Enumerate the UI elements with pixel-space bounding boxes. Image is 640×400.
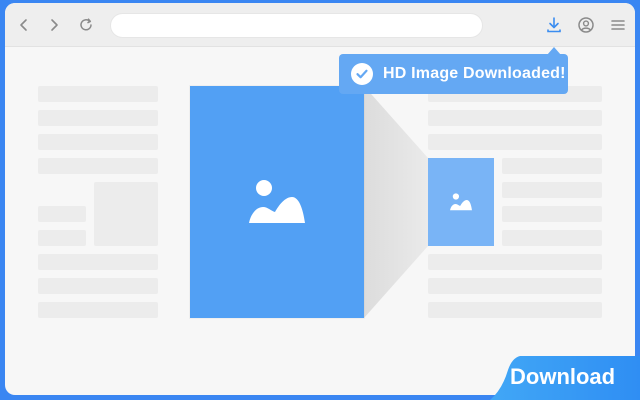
- page-content: [5, 47, 635, 395]
- browser-toolbar: [5, 3, 635, 47]
- download-cta-label[interactable]: Download: [510, 361, 634, 393]
- image-icon: [249, 180, 305, 223]
- chevron-right-icon: [51, 19, 58, 31]
- menu-icon: [611, 20, 625, 30]
- toast-message: HD Image Downloaded!: [383, 65, 566, 82]
- image-icon: [450, 193, 472, 211]
- back-button[interactable]: [14, 15, 34, 35]
- reload-icon: [80, 18, 92, 31]
- forward-button[interactable]: [44, 15, 64, 35]
- download-icon: [547, 17, 561, 33]
- address-bar[interactable]: [110, 13, 483, 38]
- check-circle-icon: [351, 63, 373, 85]
- check-icon: [356, 69, 368, 79]
- account-button[interactable]: [576, 15, 596, 35]
- promo-frame: HD Image Downloaded! Download: [0, 0, 640, 400]
- chevron-left-icon: [20, 19, 27, 31]
- account-icon: [578, 17, 594, 33]
- download-toast: HD Image Downloaded!: [339, 54, 568, 94]
- hd-image-preview[interactable]: [190, 86, 364, 318]
- menu-button[interactable]: [608, 15, 628, 35]
- reload-button[interactable]: [76, 15, 96, 35]
- thumbnail-image[interactable]: [428, 158, 494, 246]
- download-button[interactable]: [544, 15, 564, 35]
